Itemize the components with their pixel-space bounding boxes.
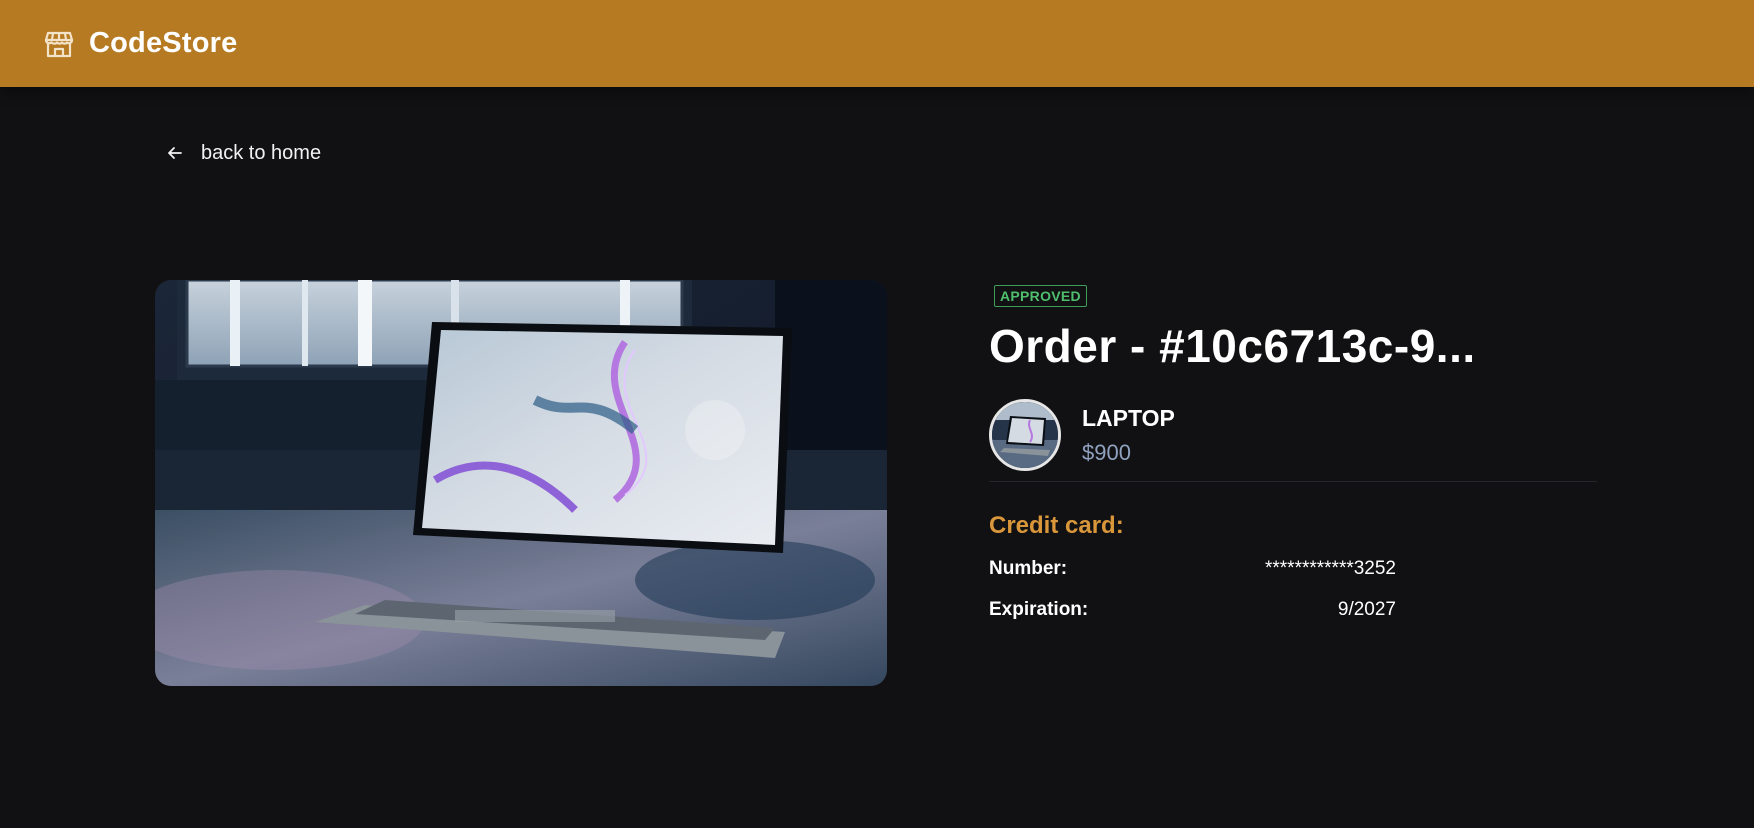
product-price: $900 — [1082, 439, 1131, 465]
card-expiration-label: Expiration: — [989, 599, 1089, 620]
card-expiration-value: 9/2027 — [1337, 599, 1396, 620]
status-badge: APPROVED — [994, 285, 1087, 307]
store-icon — [44, 31, 74, 57]
arrow-left-icon — [168, 147, 182, 159]
back-to-home-label: back to home — [201, 141, 322, 164]
credit-card-heading: Credit card: — [989, 512, 1124, 539]
card-number-label: Number: — [989, 558, 1068, 579]
brand-name: CodeStore — [89, 27, 238, 59]
product-name: LAPTOP — [1082, 404, 1175, 431]
brand-link[interactable]: CodeStore — [43, 27, 237, 60]
order-details: APPROVED Order - #10c6713c-9... LAPTOP $… — [989, 285, 1599, 621]
order-title: Order - #10c6713c-9... — [989, 320, 1476, 372]
card-number-value: ************3252 — [1265, 558, 1396, 579]
card-expiration-row: Expiration: 9/2027 — [989, 599, 1396, 621]
product-image — [155, 280, 887, 686]
card-number-row: Number: ************3252 — [989, 558, 1396, 580]
back-to-home-link[interactable]: back to home — [166, 138, 321, 168]
order-product-item: LAPTOP $900 — [989, 399, 1597, 482]
top-navbar: CodeStore — [0, 0, 1754, 87]
product-thumbnail — [989, 399, 1061, 471]
